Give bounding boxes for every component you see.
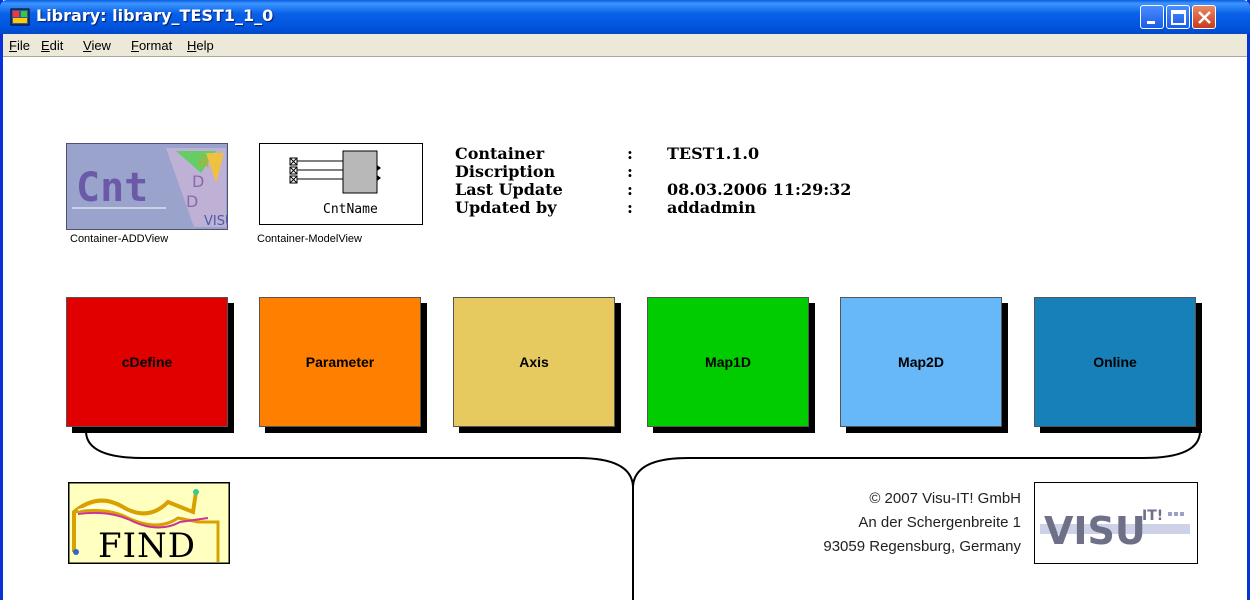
minimize-icon	[1147, 21, 1155, 24]
visu-it-logo[interactable]: VISU IT!	[1034, 482, 1198, 564]
address-street: An der Schergenbreite 1	[858, 514, 1021, 531]
block-map2d[interactable]: Map2D	[840, 297, 1002, 427]
visu-logo-text: VISU	[1044, 509, 1146, 553]
info-sep: :	[627, 198, 633, 217]
close-button[interactable]	[1192, 5, 1216, 29]
block-map1d[interactable]: Map1D	[647, 297, 809, 427]
block-label: Online	[1093, 354, 1137, 370]
menu-view[interactable]: View	[83, 38, 111, 53]
library-canvas: Cnt A D D VISU Container-ADDView	[3, 58, 1247, 600]
address-city: 93059 Regensburg, Germany	[823, 538, 1021, 555]
block-parameter[interactable]: Parameter	[259, 297, 421, 427]
block-axis[interactable]: Axis	[453, 297, 615, 427]
addview-letter-a: A	[198, 152, 209, 171]
block-label: cDefine	[121, 354, 173, 370]
info-value-container: TEST1.1.0	[667, 144, 760, 163]
block-label: Map1D	[705, 354, 751, 370]
find-logo[interactable]: FIND	[68, 482, 230, 564]
block-cdefine[interactable]: cDefine	[66, 297, 228, 427]
minimize-button[interactable]	[1140, 5, 1164, 29]
info-sep: :	[627, 162, 633, 181]
info-label-description: Discription	[455, 162, 556, 181]
info-label-updated-by: Updated by	[455, 198, 557, 217]
modelview-caption: Container-ModelView	[257, 233, 362, 245]
window-title: Library: library_TEST1_1_0	[36, 6, 274, 25]
container-addview-thumbnail[interactable]: Cnt A D D VISU	[66, 143, 228, 230]
info-value-updated-by: addadmin	[667, 198, 756, 217]
block-label: Axis	[519, 354, 549, 370]
info-value-last-update: 08.03.2006 11:29:32	[667, 180, 852, 199]
addview-visu-text: VISU	[204, 214, 228, 229]
menu-format[interactable]: Format	[131, 38, 172, 53]
info-sep: :	[627, 180, 633, 199]
block-label: Parameter	[305, 354, 375, 370]
addview-logo-text: Cnt	[76, 165, 148, 211]
find-logo-text: FIND	[98, 526, 196, 564]
library-window: Library: library_TEST1_1_0 File Edit Vie…	[0, 0, 1250, 600]
menu-bar: File Edit View Format Help	[3, 34, 1247, 57]
model-block-label: CntName	[323, 202, 378, 217]
info-label-last-update: Last Update	[455, 180, 563, 199]
maximize-icon	[1171, 10, 1186, 25]
info-sep: :	[627, 144, 633, 163]
visu-logo-sup: IT!	[1142, 508, 1163, 524]
title-bar[interactable]: Library: library_TEST1_1_0	[0, 0, 1250, 34]
addview-caption: Container-ADDView	[70, 233, 169, 245]
app-icon	[10, 8, 30, 26]
copyright-text: © 2007 Visu-IT! GmbH	[869, 490, 1021, 507]
menu-help[interactable]: Help	[187, 38, 214, 53]
addview-letter-d2: D	[186, 192, 198, 211]
menu-file[interactable]: File	[9, 38, 30, 53]
menu-edit[interactable]: Edit	[41, 38, 63, 53]
maximize-button[interactable]	[1166, 5, 1190, 29]
info-label-container: Container	[455, 144, 545, 163]
block-online[interactable]: Online	[1034, 297, 1196, 427]
container-modelview-thumbnail[interactable]: CntName	[259, 143, 423, 225]
close-icon	[1198, 11, 1211, 24]
block-label: Map2D	[898, 354, 944, 370]
model-block	[342, 150, 378, 194]
addview-letter-d1: D	[192, 172, 204, 191]
